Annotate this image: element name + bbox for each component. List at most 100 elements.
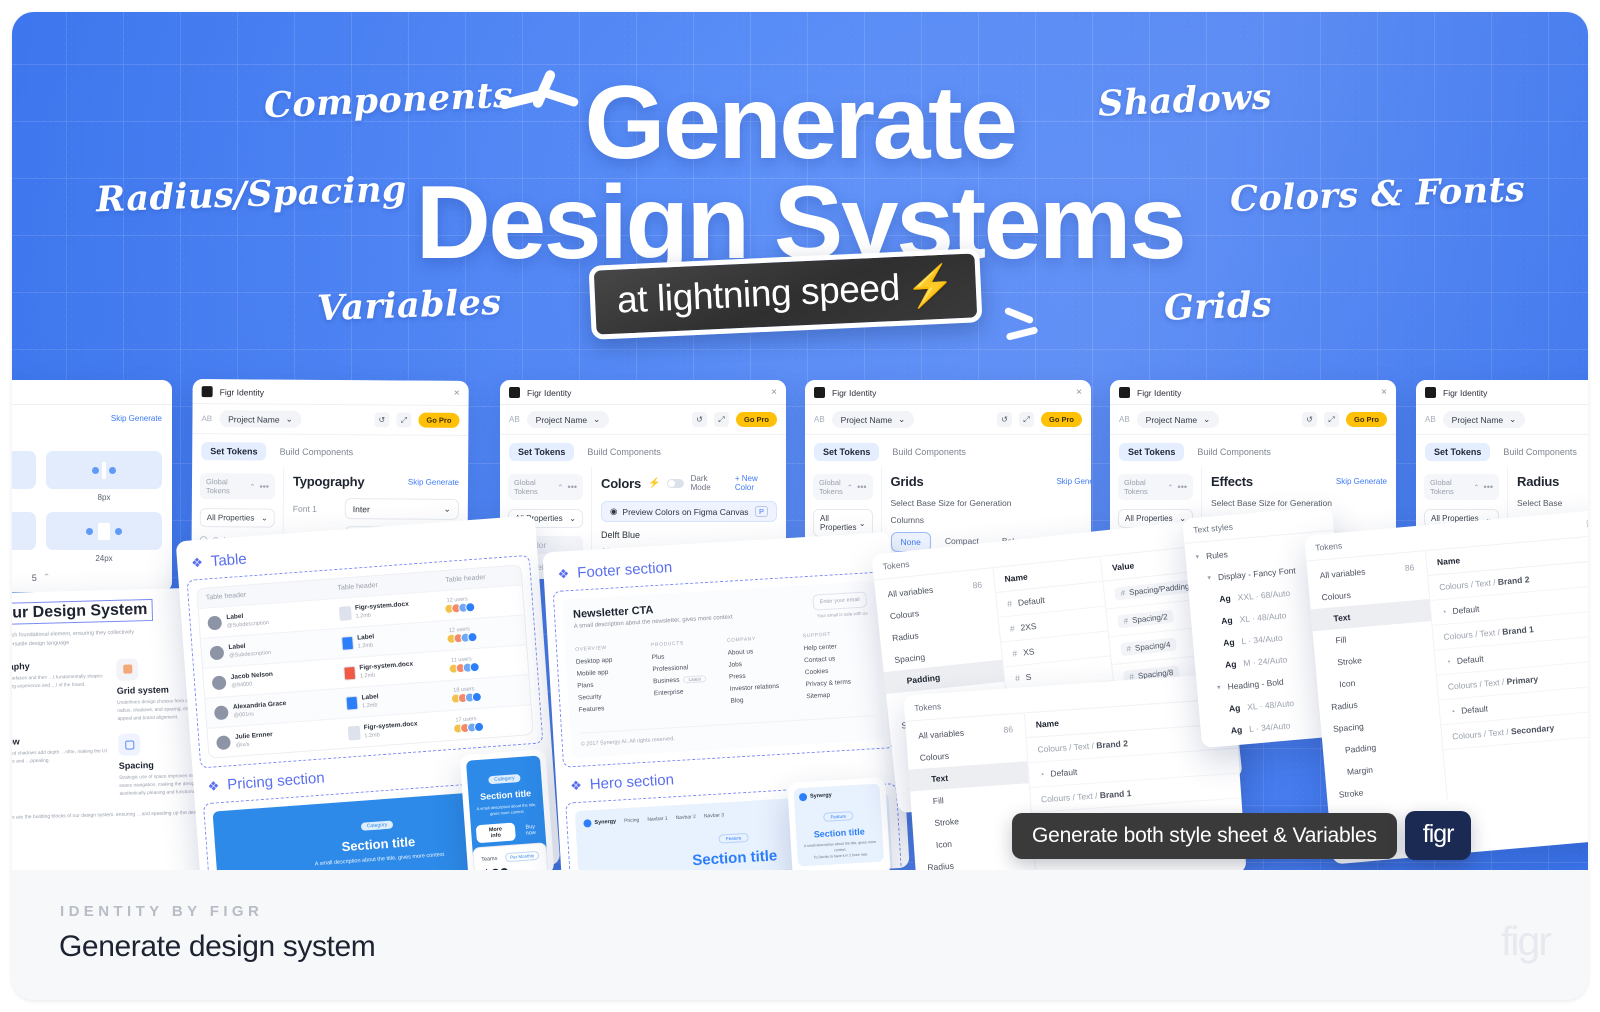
pricing-card-brand: Teams	[481, 855, 498, 863]
plugin-window-spacing[interactable]: Figr Identity Skip Generate ze for Gener…	[12, 380, 172, 592]
footer-link[interactable]: Desktop app	[576, 655, 642, 666]
footer-link[interactable]: Press	[729, 670, 795, 681]
more-icon[interactable]: •••	[259, 482, 269, 492]
go-pro-button[interactable]: Go Pro	[1040, 412, 1082, 427]
global-tokens-selector[interactable]: Global Tokens ⌃ •••	[508, 474, 583, 500]
more-icon[interactable]: •••	[1484, 482, 1493, 492]
stepper-value[interactable]: 5	[32, 573, 37, 583]
footer-link[interactable]: Contact us	[804, 653, 870, 664]
email-field[interactable]: Enter your email	[812, 591, 868, 611]
nav-link[interactable]: Navbar 1	[647, 815, 668, 822]
footer-copyright: © 2017 Synergy AI. All rights reserved.	[580, 715, 875, 748]
undo-icon[interactable]: ↺	[996, 412, 1012, 427]
pricing-primary-button[interactable]: More info	[475, 822, 516, 844]
hero-section-desc: A small description about the title, giv…	[803, 839, 877, 860]
tab-build-components[interactable]: Build Components	[578, 443, 670, 461]
collapse-icon[interactable]: ⤢	[713, 412, 729, 427]
go-pro-button[interactable]: Go Pro	[1345, 412, 1387, 427]
close-icon[interactable]: ×	[1076, 387, 1082, 398]
dark-mode-toggle[interactable]	[667, 478, 684, 488]
undo-icon[interactable]: ↺	[691, 412, 707, 427]
skip-generate-link[interactable]: Skip Generate	[1056, 477, 1091, 486]
project-selector[interactable]: Project Name ⌄	[831, 411, 915, 428]
nav-link[interactable]: Navbar 3	[704, 812, 725, 819]
pricing-sliver-card: Category Section title A small descripti…	[459, 749, 555, 870]
footer-link[interactable]: Jobs	[728, 658, 794, 669]
project-selector[interactable]: Project Name ⌄	[219, 410, 302, 428]
footer-link[interactable]: Professional	[652, 662, 718, 673]
more-icon[interactable]: •••	[1178, 482, 1187, 492]
spacing-option[interactable]: 24px	[46, 512, 162, 563]
footer-link[interactable]: Plus	[652, 650, 718, 662]
font-select[interactable]: Inter ⌄	[344, 498, 459, 520]
spacing-option[interactable]: 8px	[46, 451, 162, 502]
more-icon[interactable]: •••	[568, 482, 577, 492]
global-tokens-selector[interactable]: Global Tokens ⌃ •••	[813, 474, 873, 500]
all-properties-selector[interactable]: All Properties ⌄	[199, 508, 275, 528]
color-name: Delft Blue	[601, 530, 641, 540]
close-icon[interactable]: ×	[771, 387, 777, 398]
pricing-secondary-button[interactable]: Buy now	[520, 824, 540, 837]
collapse-icon[interactable]: ⤢	[1323, 412, 1339, 427]
global-tokens-selector[interactable]: Global Tokens ⌃ •••	[1424, 474, 1499, 500]
panel-layout-icon[interactable]: ▥	[1586, 517, 1588, 529]
project-selector[interactable]: Project Name ⌄	[1442, 411, 1526, 428]
tab-set-tokens[interactable]: Set Tokens	[814, 443, 880, 461]
spark-icon[interactable]: ⚡	[648, 478, 660, 489]
preview-colors-button[interactable]: ◉ Preview Colors on Figma Canvas P	[601, 501, 777, 522]
nav-link[interactable]: Pricing	[624, 817, 640, 824]
tab-build-components[interactable]: Build Components	[883, 443, 975, 461]
footer-link[interactable]: Sitemap	[806, 689, 872, 700]
footer-link[interactable]: Blog	[730, 694, 796, 705]
footer-link[interactable]: About us	[727, 646, 793, 657]
table-header-cell[interactable]: Table header	[337, 577, 441, 592]
global-tokens-selector[interactable]: Global Tokens ⌃ •••	[1118, 474, 1193, 500]
plugin-title-text: Figr Identity	[832, 387, 877, 398]
more-icon[interactable]: •••	[857, 482, 866, 492]
footer-link[interactable]: Mobile app	[576, 667, 642, 678]
undo-icon[interactable]: ↺	[374, 412, 390, 428]
chevron-down-icon: ⌄	[1509, 414, 1517, 424]
tab-set-tokens[interactable]: Set Tokens	[509, 443, 575, 461]
row-handle: @94000	[231, 681, 253, 690]
project-selector[interactable]: Project Name ⌄	[526, 411, 610, 428]
footer-link[interactable]: Help center	[803, 641, 869, 652]
close-icon[interactable]: ×	[454, 388, 460, 399]
panel-heading: Grids	[890, 474, 924, 489]
collapse-icon[interactable]: ⤢	[1018, 412, 1034, 427]
new-color-button[interactable]: + New Color	[735, 474, 777, 492]
tab-set-tokens[interactable]: Set Tokens	[1425, 443, 1491, 461]
footer-column-heading: Products	[650, 640, 685, 649]
tab-set-tokens[interactable]: Set Tokens	[201, 442, 267, 461]
row-file: Label	[356, 633, 375, 642]
skip-generate-link[interactable]: Skip Generate	[1336, 477, 1387, 486]
tab-set-tokens[interactable]: Set Tokens	[1119, 443, 1185, 461]
footer-link[interactable]: Privacy & terms	[805, 677, 871, 689]
tab-build-components[interactable]: Build Components	[1494, 443, 1586, 461]
go-pro-button[interactable]: Go Pro	[735, 412, 777, 427]
skip-generate-link[interactable]: Skip Generate	[111, 414, 162, 423]
footer-link[interactable]: Cookies	[805, 665, 871, 676]
go-pro-button[interactable]: Go Pro	[418, 412, 460, 428]
close-icon[interactable]: ×	[1381, 387, 1387, 398]
footer-link[interactable]: Plans	[577, 679, 643, 690]
undo-icon[interactable]: ↺	[1301, 412, 1317, 427]
footer-link[interactable]: Features	[579, 703, 645, 714]
tab-build-components[interactable]: Build Components	[1188, 443, 1280, 461]
footer-link[interactable]: Enterprise	[654, 686, 720, 697]
footer-link[interactable]: Investor relations	[730, 682, 796, 693]
footer-link[interactable]: Security	[578, 691, 644, 701]
spacing-option[interactable]: 4px	[12, 451, 36, 502]
spacing-option[interactable]: 16px	[12, 512, 36, 563]
global-tokens-selector[interactable]: Global Tokens ⌃ •••	[199, 473, 276, 500]
tab-build-components[interactable]: Build Components	[271, 443, 363, 462]
skip-generate-link[interactable]: Skip Generate	[408, 478, 459, 487]
pricing-card[interactable]: TeamsPer Monthly $99/ billed yearly Get …	[472, 842, 552, 870]
footer-link-with-tag[interactable]: Business Latest	[653, 674, 719, 685]
table-header-cell[interactable]: Table header	[445, 571, 523, 584]
diamond-icon: ❖	[190, 554, 204, 571]
project-selector[interactable]: Project Name ⌄	[1136, 411, 1220, 428]
table-header-cell[interactable]: Table header	[527, 565, 534, 578]
collapse-icon[interactable]: ⤢	[396, 412, 412, 428]
nav-link[interactable]: Navbar 2	[675, 813, 696, 820]
